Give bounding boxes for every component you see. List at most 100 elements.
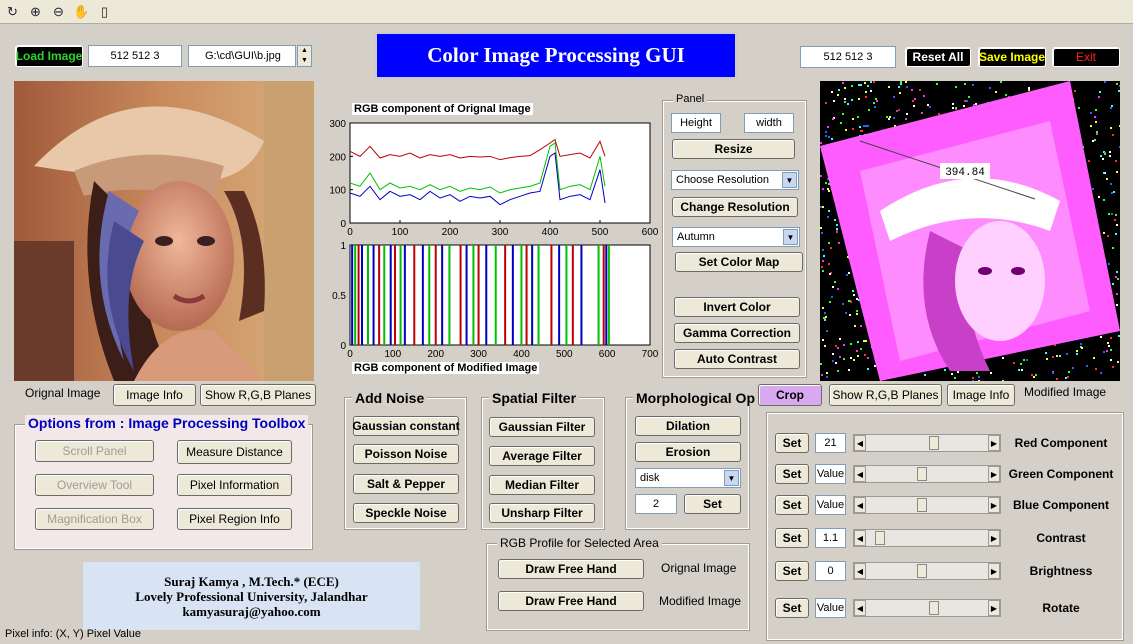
gaussian-noise-button[interactable]: Gaussian constant	[352, 416, 460, 436]
adjust-slider[interactable]: ◀ ▶	[853, 599, 1001, 617]
slider-set-button[interactable]: Set	[775, 561, 809, 581]
chevron-down-icon: ▼	[783, 229, 798, 245]
slider-thumb[interactable]	[928, 601, 939, 615]
arrow-left-icon[interactable]: ◀	[854, 600, 866, 616]
input-dims-field[interactable]: 512 512 3	[88, 45, 182, 67]
resolution-select[interactable]: Choose Resolution ▼	[671, 170, 799, 190]
morph-size-field[interactable]: 2	[635, 494, 677, 514]
slider-value-field[interactable]: 0	[815, 561, 846, 581]
unsharp-filter-button[interactable]: Unsharp Filter	[489, 503, 595, 523]
datacursor-icon[interactable]: ▯	[96, 3, 113, 20]
gamma-correction-button[interactable]: Gamma Correction	[674, 323, 800, 343]
slider-set-button[interactable]: Set	[775, 528, 809, 548]
modified-image[interactable]: 394.84	[820, 81, 1120, 381]
adjust-slider[interactable]: ◀ ▶	[853, 529, 1001, 547]
slider-thumb[interactable]	[917, 564, 928, 578]
pixel-region-info-button[interactable]: Pixel Region Info	[177, 508, 292, 530]
crop-button[interactable]: Crop	[758, 384, 822, 406]
x-tick-label: 100	[385, 349, 402, 360]
change-resolution-button[interactable]: Change Resolution	[672, 197, 798, 217]
path-spinner[interactable]: ▲ ▼	[297, 45, 312, 67]
arrow-left-icon[interactable]: ◀	[854, 530, 866, 546]
adjust-slider[interactable]: ◀ ▶	[853, 434, 1001, 452]
auto-contrast-button[interactable]: Auto Contrast	[674, 349, 800, 369]
slider-label: Rotate	[1042, 601, 1080, 615]
invert-color-button[interactable]: Invert Color	[674, 297, 800, 317]
original-image-info-button[interactable]: Image Info	[113, 384, 196, 406]
slider-value-field[interactable]: Value	[815, 495, 846, 515]
reset-all-button[interactable]: Reset All	[905, 47, 971, 67]
load-image-button[interactable]: Load Image	[15, 45, 83, 67]
arrow-left-icon[interactable]: ◀	[854, 466, 866, 482]
slider-set-button[interactable]: Set	[775, 464, 809, 484]
arrow-left-icon[interactable]: ◀	[854, 563, 866, 579]
exit-button[interactable]: Exit	[1052, 47, 1120, 67]
pixel-information-button[interactable]: Pixel Information	[177, 474, 292, 496]
save-image-button[interactable]: Save Image	[978, 47, 1046, 67]
zoom-out-icon[interactable]: ⊖	[50, 3, 67, 20]
spatial-filter-title: Spatial Filter	[489, 390, 580, 406]
modified-image-label: Modified Image	[1024, 385, 1107, 399]
y-tick-label: 0.5	[332, 291, 346, 302]
dilation-button[interactable]: Dilation	[635, 416, 741, 436]
width-field[interactable]: width	[744, 113, 794, 133]
poisson-noise-button[interactable]: Poisson Noise	[353, 444, 459, 464]
height-field[interactable]: Height	[671, 113, 721, 133]
original-image[interactable]	[14, 81, 314, 381]
zoom-in-icon[interactable]: ⊕	[27, 3, 44, 20]
median-filter-button[interactable]: Median Filter	[489, 475, 595, 495]
speckle-noise-button[interactable]: Speckle Noise	[353, 503, 459, 523]
original-show-rgb-button[interactable]: Show R,G,B Planes	[200, 384, 316, 406]
arrow-left-icon[interactable]: ◀	[854, 497, 866, 513]
arrow-right-icon[interactable]: ▶	[988, 466, 1000, 482]
slider-thumb[interactable]	[875, 531, 886, 545]
modified-image-info-button[interactable]: Image Info	[947, 384, 1015, 406]
slider-set-button[interactable]: Set	[775, 598, 809, 618]
arrow-right-icon[interactable]: ▶	[988, 600, 1000, 616]
slider-value-field[interactable]: 21	[815, 433, 846, 453]
average-filter-button[interactable]: Average Filter	[489, 446, 595, 466]
output-dims-field[interactable]: 512 512 3	[800, 46, 896, 68]
slider-set-button[interactable]: Set	[775, 495, 809, 515]
file-path-field[interactable]: G:\cd\GUI\b.jpg	[188, 45, 296, 67]
profile-original-label: Orignal Image	[661, 561, 737, 575]
draw-free-hand-modified-button[interactable]: Draw Free Hand	[498, 591, 644, 611]
slider-thumb[interactable]	[928, 436, 939, 450]
rotate-icon[interactable]: ↻	[4, 3, 21, 20]
measure-distance-button[interactable]: Measure Distance	[177, 440, 292, 464]
pan-hand-icon[interactable]: ✋	[73, 3, 90, 20]
scroll-panel-button[interactable]: Scroll Panel	[35, 440, 154, 462]
gaussian-filter-button[interactable]: Gaussian Filter	[489, 417, 595, 437]
arrow-left-icon[interactable]: ◀	[854, 435, 866, 451]
adjust-slider[interactable]: ◀ ▶	[853, 496, 1001, 514]
arrow-right-icon[interactable]: ▶	[988, 530, 1000, 546]
erosion-button[interactable]: Erosion	[635, 442, 741, 462]
structuring-element-select[interactable]: disk ▼	[635, 468, 741, 488]
adjust-slider[interactable]: ◀ ▶	[853, 562, 1001, 580]
slider-value-field[interactable]: 1.1	[815, 528, 846, 548]
x-tick-label: 600	[642, 227, 659, 238]
modified-show-rgb-button[interactable]: Show R,G,B Planes	[829, 384, 942, 406]
x-tick-label: 200	[442, 227, 459, 238]
salt-pepper-button[interactable]: Salt & Pepper	[353, 474, 459, 494]
arrow-right-icon[interactable]: ▶	[988, 435, 1000, 451]
magnification-box-button[interactable]: Magnification Box	[35, 508, 154, 530]
slider-thumb[interactable]	[917, 467, 928, 481]
draw-free-hand-original-button[interactable]: Draw Free Hand	[498, 559, 644, 579]
arrow-right-icon[interactable]: ▶	[988, 563, 1000, 579]
slider-value-field[interactable]: Value	[815, 464, 846, 484]
figure-toolbar: ↻ ⊕ ⊖ ✋ ▯	[0, 0, 1133, 24]
slider-value-field[interactable]: Value	[815, 598, 846, 618]
colormap-select[interactable]: Autumn ▼	[672, 227, 800, 247]
adjust-slider[interactable]: ◀ ▶	[853, 465, 1001, 483]
rgb-original-chart: 0 100 200 300 400 500 600 0 100 200 300	[329, 119, 659, 238]
overview-tool-button[interactable]: Overview Tool	[35, 474, 154, 496]
arrow-right-icon[interactable]: ▶	[988, 497, 1000, 513]
slider-label: Red Component	[1014, 436, 1108, 450]
slider-set-button[interactable]: Set	[775, 433, 809, 453]
resize-button[interactable]: Resize	[672, 139, 795, 159]
morph-set-button[interactable]: Set	[684, 494, 741, 514]
slider-label: Brightness	[1029, 564, 1093, 578]
set-color-map-button[interactable]: Set Color Map	[675, 252, 803, 272]
slider-thumb[interactable]	[917, 498, 928, 512]
